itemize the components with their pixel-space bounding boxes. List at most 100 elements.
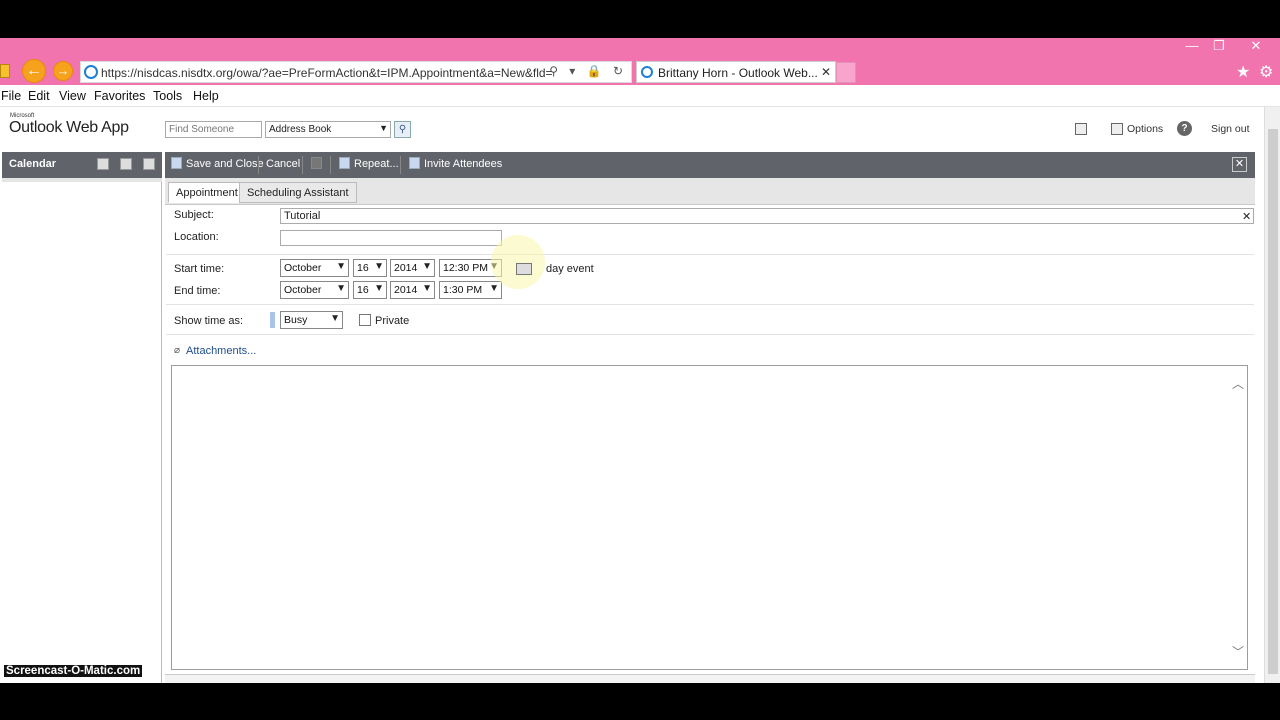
private-checkbox[interactable] <box>359 314 371 326</box>
address-book-select[interactable]: Address Book ▼ <box>265 121 391 138</box>
address-url[interactable]: https://nisdcas.nisdtx.org/owa/?ae=PreFo… <box>101 66 553 80</box>
address-bar[interactable]: https://nisdcas.nisdtx.org/owa/?ae=PreFo… <box>80 61 632 83</box>
chevron-down-icon: ▼ <box>336 261 346 272</box>
start-year-select[interactable]: 2014 ▼ <box>390 259 435 277</box>
invite-icon <box>409 157 420 169</box>
scrollbar-thumb[interactable] <box>1268 129 1278 674</box>
address-book-icon[interactable] <box>1075 123 1087 135</box>
save-and-close-button[interactable]: Save and Close <box>186 158 264 170</box>
clear-subject-icon[interactable]: ✕ <box>1242 210 1251 223</box>
chevron-down-icon: ▼ <box>422 261 432 272</box>
start-year-value: 2014 <box>394 262 418 274</box>
private-label: Private <box>375 315 410 327</box>
toolbar-divider <box>400 156 401 174</box>
menu-file[interactable]: File <box>1 89 21 103</box>
tab-close-icon[interactable]: ✕ <box>821 65 831 79</box>
forward-button[interactable]: → <box>53 61 73 81</box>
sign-out-link[interactable]: Sign out <box>1211 123 1250 135</box>
owa-logo: Outlook Web App <box>9 119 129 136</box>
options-link[interactable]: Options <box>1127 123 1163 135</box>
watermark: Screencast-O-Matic.com <box>4 665 143 677</box>
subject-input[interactable]: Tutorial <box>280 208 1254 224</box>
end-time-value: 1:30 PM <box>443 284 483 296</box>
form-toolbar <box>165 152 1255 178</box>
menu-favorites[interactable]: Favorites <box>94 89 145 103</box>
favorites-star-icon[interactable]: ★ <box>1236 62 1250 82</box>
start-time-value: 12:30 PM <box>443 262 488 274</box>
end-year-value: 2014 <box>394 284 418 296</box>
browser-tab[interactable]: Brittany Horn - Outlook Web... ✕ <box>636 61 836 83</box>
location-input[interactable] <box>280 230 502 246</box>
help-icon[interactable]: ? <box>1177 121 1192 136</box>
calendar-view-icon[interactable] <box>120 158 132 170</box>
chevron-down-icon: ▼ <box>379 123 388 133</box>
end-month-select[interactable]: October ▼ <box>280 281 349 299</box>
menu-view[interactable]: View <box>59 89 86 103</box>
toolbar-divider <box>330 156 331 174</box>
subject-label: Subject: <box>174 209 214 221</box>
address-book-label: Address Book <box>269 124 332 135</box>
search-icon[interactable]: ⚲ <box>394 121 411 138</box>
menu-tools[interactable]: Tools <box>153 89 182 103</box>
start-day-value: 16 <box>357 262 369 274</box>
end-time-select[interactable]: 1:30 PM ▼ <box>439 281 502 299</box>
close-form-icon[interactable]: ✕ <box>1232 157 1247 172</box>
ie-icon <box>84 65 98 79</box>
chevron-down-icon: ▼ <box>330 313 340 324</box>
print-icon[interactable] <box>143 158 155 170</box>
start-month-value: October <box>284 262 322 274</box>
show-time-as-label: Show time as: <box>174 315 244 327</box>
paperclip-icon: ⌀ <box>174 345 181 356</box>
invite-attendees-button[interactable]: Invite Attendees <box>424 158 502 170</box>
toolbar-divider <box>258 156 259 174</box>
chevron-down-icon: ▼ <box>374 261 384 272</box>
chevron-down-icon: ▼ <box>336 283 346 294</box>
show-as-select[interactable]: Busy ▼ <box>280 311 343 329</box>
new-tab-button[interactable] <box>836 62 856 83</box>
share-calendar-icon[interactable] <box>97 158 109 170</box>
chevron-down-icon: ▼ <box>374 283 384 294</box>
browser-page-icon <box>0 64 10 78</box>
chevron-down-icon[interactable]: ﹀ <box>1232 643 1244 660</box>
find-someone-input[interactable]: Find Someone <box>165 121 262 138</box>
calendar-title: Calendar <box>9 158 57 170</box>
menu-edit[interactable]: Edit <box>28 89 50 103</box>
tab-title: Brittany Horn - Outlook Web... <box>658 66 818 80</box>
end-month-value: October <box>284 284 322 296</box>
all-day-event-checkbox[interactable] <box>516 263 532 275</box>
repeat-icon <box>339 157 350 169</box>
start-month-select[interactable]: October ▼ <box>280 259 349 277</box>
tools-gear-icon[interactable]: ⚙ <box>1259 62 1273 82</box>
restore-button[interactable]: ❐ <box>1201 38 1237 54</box>
attach-icon[interactable] <box>311 157 322 169</box>
address-tools-icons[interactable]: ⚲ ▾ 🔒 ↻ <box>549 64 627 78</box>
all-day-event-label: day event <box>546 263 594 275</box>
left-nav-splitter[interactable] <box>2 178 162 182</box>
end-day-select[interactable]: 16 ▼ <box>353 281 387 299</box>
chevron-up-icon[interactable]: ︿ <box>1232 375 1244 392</box>
tab-appointment[interactable]: Appointment <box>168 182 246 203</box>
menu-bar: File Edit View Favorites Tools Help <box>0 85 1280 107</box>
end-time-label: End time: <box>174 285 221 297</box>
chevron-down-icon: ▼ <box>422 283 432 294</box>
tab-scheduling-assistant[interactable]: Scheduling Assistant <box>239 182 357 203</box>
window-close-button[interactable]: ✕ <box>1238 38 1274 54</box>
end-day-value: 16 <box>357 284 369 296</box>
menu-help[interactable]: Help <box>193 89 219 103</box>
body-editor[interactable] <box>171 365 1248 670</box>
back-button[interactable]: ← <box>22 59 46 83</box>
attachments-link[interactable]: Attachments... <box>186 345 256 357</box>
page-scrollbar[interactable] <box>1264 107 1280 683</box>
end-year-select[interactable]: 2014 ▼ <box>390 281 435 299</box>
start-day-select[interactable]: 16 ▼ <box>353 259 387 277</box>
cursor-highlight <box>491 235 545 289</box>
save-icon <box>171 157 182 169</box>
divider <box>166 334 1254 335</box>
divider <box>166 304 1254 305</box>
divider <box>166 254 1254 255</box>
cancel-button[interactable]: Cancel <box>266 158 300 170</box>
repeat-button[interactable]: Repeat... <box>354 158 399 170</box>
show-as-value: Busy <box>284 314 308 326</box>
bottom-black-bar <box>0 683 1280 720</box>
options-icon[interactable] <box>1111 123 1123 135</box>
